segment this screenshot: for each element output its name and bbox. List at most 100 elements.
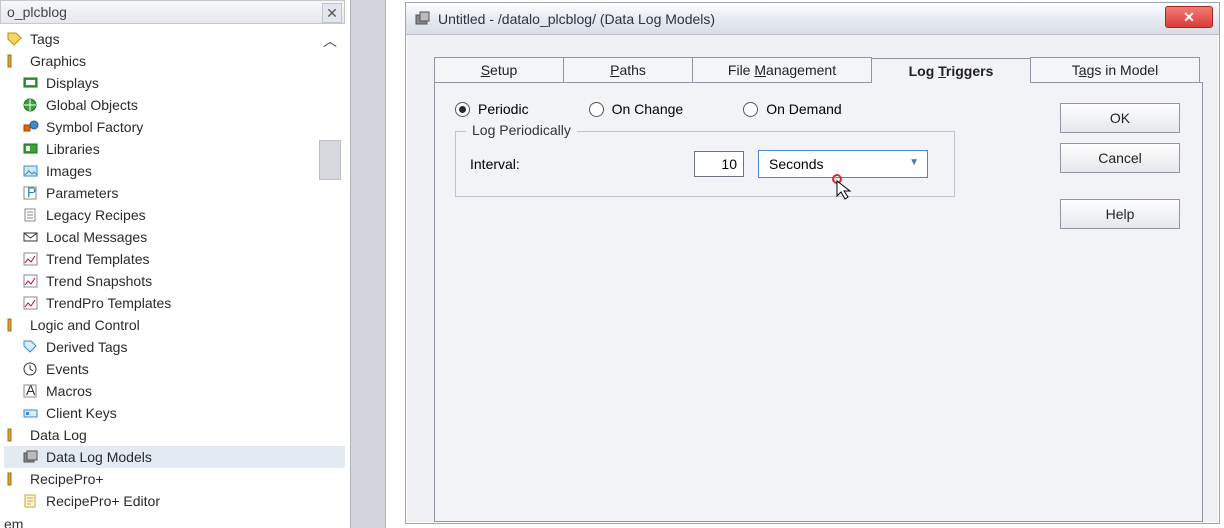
svg-text:P: P <box>27 186 36 200</box>
tab-log-triggers[interactable]: Log Triggers <box>871 58 1031 83</box>
tree-item-label: Symbol Factory <box>46 119 143 135</box>
tree-item[interactable]: Global Objects <box>4 94 345 116</box>
tree-item[interactable]: Graphics <box>4 50 345 72</box>
tree-pane-close-button[interactable]: ✕ <box>322 3 342 23</box>
trend-icon <box>22 295 40 311</box>
radio-on-demand[interactable]: On Demand <box>743 101 841 117</box>
tree-item-label: Data Log <box>30 427 87 443</box>
tree-item[interactable]: Trend Snapshots <box>4 270 345 292</box>
radio-circle-icon <box>589 102 604 117</box>
close-icon: ✕ <box>326 5 338 22</box>
param-icon: P <box>22 185 40 201</box>
trend-icon <box>22 251 40 267</box>
radio-dot-icon <box>455 102 470 117</box>
tree-item-label: Derived Tags <box>46 339 127 355</box>
svg-text:A: A <box>26 384 36 398</box>
interval-label: Interval: <box>470 156 680 172</box>
tree-item[interactable]: Tags <box>4 28 345 50</box>
tree-item-label: Trend Snapshots <box>46 273 152 289</box>
interval-unit-value: Seconds <box>769 156 823 172</box>
datalog-models-dialog: Untitled - /datalo_plcblog/ (Data Log Mo… <box>405 2 1220 524</box>
tree-pane-titlebar: o_plcblog ✕ <box>0 0 345 24</box>
shapes-icon <box>22 119 40 135</box>
tree-item[interactable]: Events <box>4 358 345 380</box>
panel-divider[interactable] <box>350 0 386 528</box>
project-tree-pane: o_plcblog ✕ ︿ TagsGraphicsDisplaysGlobal… <box>0 0 345 528</box>
tree-item-label: Trend Templates <box>46 251 150 267</box>
tree-item-label: RecipePro+ Editor <box>46 493 160 509</box>
dialog-close-button[interactable]: ✕ <box>1165 6 1213 28</box>
tree-item-label: Logic and Control <box>30 317 140 333</box>
msg-icon <box>22 229 40 245</box>
close-icon: ✕ <box>1183 9 1195 26</box>
tree-item[interactable]: Data Log <box>4 424 345 446</box>
tree-truncated-row: em <box>0 516 345 528</box>
radio-circle-icon <box>743 102 758 117</box>
radio-periodic-label: Periodic <box>478 101 529 117</box>
display-icon <box>22 75 40 91</box>
editor-icon <box>22 493 40 509</box>
tree-item[interactable]: Client Keys <box>4 402 345 424</box>
tree-item[interactable]: Legacy Recipes <box>4 204 345 226</box>
tab-setup[interactable]: Setup <box>434 57 564 82</box>
key-icon <box>22 405 40 421</box>
tree-item[interactable]: RecipePro+ Editor <box>4 490 345 512</box>
tree-item-label: Libraries <box>46 141 100 157</box>
tree-item[interactable]: Logic and Control <box>4 314 345 336</box>
tree-item-label: Images <box>46 163 92 179</box>
group-legend: Log Periodically <box>466 122 577 138</box>
tree-item[interactable]: Symbol Factory <box>4 116 345 138</box>
tree-item[interactable]: A Macros <box>4 380 345 402</box>
tab-file-management[interactable]: File Management <box>692 57 872 82</box>
cancel-button[interactable]: Cancel <box>1060 143 1180 173</box>
project-tree: Tags Graphics Displays Global Objects Symbol… <box>0 24 345 516</box>
folder-icon <box>6 427 24 443</box>
dialog-titlebar[interactable]: Untitled - /datalo_plcblog/ (Data Log Mo… <box>406 3 1219 35</box>
tab-strip: Setup Paths File Management Log Triggers… <box>434 57 1203 82</box>
log-periodically-group: Log Periodically Interval: Seconds ▼ <box>455 131 955 197</box>
tree-item[interactable]: P Parameters <box>4 182 345 204</box>
interval-unit-select[interactable]: Seconds ▼ <box>758 150 928 178</box>
tree-pane-title-text: o_plcblog <box>7 4 67 20</box>
dialog-button-column: OK Cancel Help <box>1060 103 1180 229</box>
tree-item-label: Parameters <box>46 185 118 201</box>
ok-button[interactable]: OK <box>1060 103 1180 133</box>
tree-item-label: Legacy Recipes <box>46 207 146 223</box>
folder-icon <box>6 53 24 69</box>
tab-tags-in-model[interactable]: Tags in Model <box>1030 57 1200 82</box>
tree-item-label: Global Objects <box>46 97 138 113</box>
tab-page-log-triggers: Periodic On Change On Demand Log Periodi… <box>434 82 1203 522</box>
tree-item-label: Events <box>46 361 89 377</box>
tree-item-label: Tags <box>30 31 60 47</box>
tree-item[interactable]: Libraries <box>4 138 345 160</box>
tree-item[interactable]: Images <box>4 160 345 182</box>
tree-item[interactable]: Local Messages <box>4 226 345 248</box>
tree-item[interactable]: Displays <box>4 72 345 94</box>
tree-item[interactable]: Trend Templates <box>4 248 345 270</box>
image-icon <box>22 163 40 179</box>
radio-on-change[interactable]: On Change <box>589 101 684 117</box>
folder-icon <box>6 471 24 487</box>
tree-item-label: Client Keys <box>46 405 117 421</box>
dtag-icon <box>22 339 40 355</box>
interval-input[interactable] <box>694 151 744 177</box>
log-icon <box>22 449 40 465</box>
tree-item-label: Displays <box>46 75 99 91</box>
help-button[interactable]: Help <box>1060 199 1180 229</box>
tree-item[interactable]: Derived Tags <box>4 336 345 358</box>
tree-item[interactable]: RecipePro+ <box>4 468 345 490</box>
lib-icon <box>22 141 40 157</box>
tree-item-label: RecipePro+ <box>30 471 104 487</box>
tree-item-label: Graphics <box>30 53 86 69</box>
macro-icon: A <box>22 383 40 399</box>
tag-icon <box>6 31 24 47</box>
radio-periodic[interactable]: Periodic <box>455 101 529 117</box>
tree-item[interactable]: Data Log Models <box>4 446 345 468</box>
trend-icon <box>22 273 40 289</box>
recipe-icon <box>22 207 40 223</box>
tree-item-label: Local Messages <box>46 229 147 245</box>
tree-item-label: Macros <box>46 383 92 399</box>
clock-icon <box>22 361 40 377</box>
tree-item[interactable]: TrendPro Templates <box>4 292 345 314</box>
tab-paths[interactable]: Paths <box>563 57 693 82</box>
